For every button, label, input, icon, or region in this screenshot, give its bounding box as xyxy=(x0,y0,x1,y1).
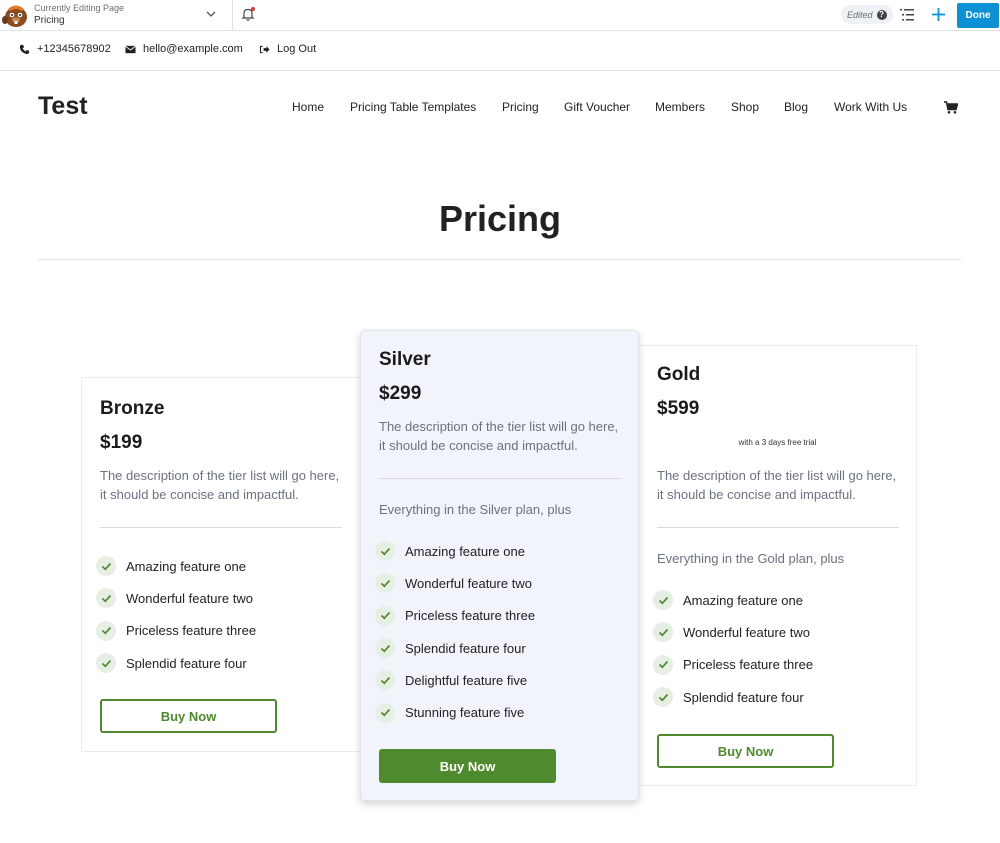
buy-now-button-bronze[interactable]: Buy Now xyxy=(100,699,277,733)
builder-toolbar: Currently Editing Page Pricing Edited ? … xyxy=(0,0,1000,31)
buy-now-button-gold[interactable]: Buy Now xyxy=(657,734,834,768)
editing-page-name: Pricing xyxy=(34,15,65,26)
toolbar-divider xyxy=(232,0,233,31)
feature-list: Amazing feature one Wonderful feature tw… xyxy=(653,584,813,713)
plan-price: $599 xyxy=(657,398,700,419)
check-icon xyxy=(375,541,395,562)
check-icon xyxy=(375,638,395,659)
nav-item-work-with-us[interactable]: Work With Us xyxy=(834,100,907,114)
plan-includes: Everything in the Silver plan, plus xyxy=(379,502,572,517)
nav-item-gift-voucher[interactable]: Gift Voucher xyxy=(564,100,630,114)
logout-link[interactable]: Log Out xyxy=(259,43,316,55)
plan-description: The description of the tier list will go… xyxy=(379,419,619,453)
nav-item-pricing[interactable]: Pricing xyxy=(502,100,539,114)
check-icon xyxy=(375,670,395,691)
nav-item-home[interactable]: Home xyxy=(292,100,324,114)
feature-list: Amazing feature one Wonderful feature tw… xyxy=(375,535,535,729)
plan-price: $199 xyxy=(100,432,143,453)
sign-out-icon xyxy=(259,45,270,53)
pricing-card-bronze: Bronze $199 The description of the tier … xyxy=(81,377,361,752)
beaver-logo-icon[interactable] xyxy=(2,2,30,29)
check-icon xyxy=(653,687,673,708)
phone-number: +12345678902 xyxy=(37,43,111,55)
feature-item: Stunning feature five xyxy=(375,696,535,728)
card-divider xyxy=(657,527,899,528)
check-icon xyxy=(96,653,116,674)
feature-item: Priceless feature three xyxy=(96,615,256,647)
logout-label: Log Out xyxy=(277,43,317,55)
email-address: hello@example.com xyxy=(143,43,243,55)
phone-icon xyxy=(19,44,30,54)
help-icon[interactable]: ? xyxy=(876,9,887,20)
outline-list-icon[interactable] xyxy=(899,8,915,22)
feature-item: Amazing feature one xyxy=(96,550,256,582)
email-contact[interactable]: hello@example.com xyxy=(125,43,243,55)
plan-description: The description of the tier list will go… xyxy=(100,468,340,502)
check-icon xyxy=(96,588,116,609)
check-icon xyxy=(375,605,395,626)
nav-item-shop[interactable]: Shop xyxy=(731,100,759,114)
feature-item: Priceless feature three xyxy=(653,649,813,681)
buy-now-button-silver[interactable]: Buy Now xyxy=(379,749,556,783)
nav-item-pricing-table-templates[interactable]: Pricing Table Templates xyxy=(350,100,476,114)
done-button[interactable]: Done xyxy=(957,3,999,28)
edit-status-text: Edited xyxy=(847,9,873,20)
feature-item: Splendid feature four xyxy=(375,632,535,664)
plan-price: $299 xyxy=(379,383,422,404)
page-title: Pricing xyxy=(438,198,562,239)
check-icon xyxy=(375,702,395,723)
check-icon xyxy=(96,620,116,641)
check-icon xyxy=(653,654,673,675)
feature-item: Wonderful feature two xyxy=(96,582,256,614)
add-content-icon[interactable] xyxy=(930,6,947,23)
plan-name: Silver xyxy=(379,349,431,370)
feature-item: Priceless feature three xyxy=(375,600,535,632)
cart-icon[interactable] xyxy=(944,101,958,114)
current-page-selector[interactable]: Currently Editing Page Pricing xyxy=(34,2,124,28)
envelope-icon xyxy=(125,45,136,53)
nav-item-members[interactable]: Members xyxy=(655,100,705,114)
card-divider xyxy=(379,478,621,479)
editing-label: Currently Editing Page xyxy=(34,3,125,13)
feature-item: Amazing feature one xyxy=(375,535,535,567)
feature-item: Amazing feature one xyxy=(653,584,813,616)
pricing-card-gold: Gold $599 with a 3 days free trial The d… xyxy=(638,345,917,786)
check-icon xyxy=(96,556,116,577)
card-divider xyxy=(100,527,342,528)
chevron-down-icon[interactable] xyxy=(205,8,217,20)
main-navigation: Home Pricing Table Templates Pricing Gif… xyxy=(0,100,1000,116)
plan-name: Bronze xyxy=(100,398,165,419)
plan-description: The description of the tier list will go… xyxy=(657,468,897,502)
check-icon xyxy=(375,573,395,594)
feature-item: Splendid feature four xyxy=(653,681,813,713)
check-icon xyxy=(653,622,673,643)
edit-status-badge[interactable]: Edited ? xyxy=(841,5,893,24)
feature-item: Splendid feature four xyxy=(96,647,256,679)
feature-item: Delightful feature five xyxy=(375,664,535,696)
trial-note: with a 3 days free trial xyxy=(738,438,817,447)
plan-includes: Everything in the Gold plan, plus xyxy=(657,551,845,566)
pricing-card-silver: Silver $299 The description of the tier … xyxy=(360,330,639,801)
phone-contact[interactable]: +12345678902 xyxy=(19,43,111,55)
feature-list: Amazing feature one Wonderful feature tw… xyxy=(96,550,256,679)
notification-bell-icon[interactable] xyxy=(240,6,256,22)
check-icon xyxy=(653,590,673,611)
feature-item: Wonderful feature two xyxy=(653,616,813,648)
title-divider xyxy=(38,259,961,260)
feature-item: Wonderful feature two xyxy=(375,567,535,599)
plan-name: Gold xyxy=(657,364,701,385)
nav-item-blog[interactable]: Blog xyxy=(784,100,808,114)
